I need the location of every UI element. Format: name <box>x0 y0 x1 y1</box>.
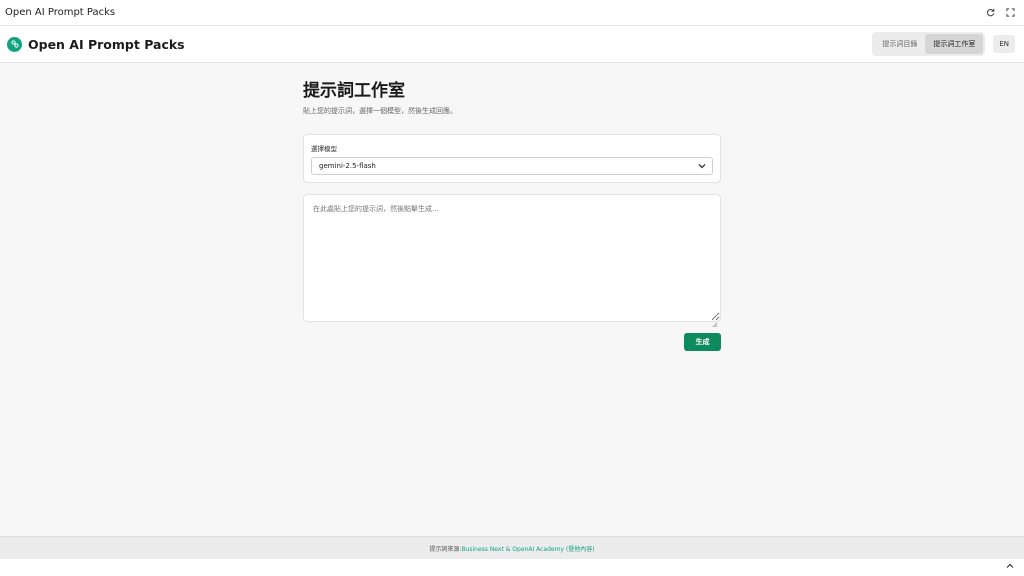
window-controls <box>984 7 1016 19</box>
tab-prompt-catalog[interactable]: 提示詞目錄 <box>874 34 925 54</box>
prompt-textarea[interactable] <box>304 195 720 321</box>
brand[interactable]: Open AI Prompt Packs <box>7 36 185 52</box>
resize-handle-icon[interactable] <box>712 313 718 328</box>
footer: 提示詞來源: Business Next & OpenAI Academy (暨… <box>0 536 1024 559</box>
window-titlebar: Open AI Prompt Packs <box>0 0 1024 26</box>
page-title: 提示詞工作室 <box>303 81 405 101</box>
language-toggle-button[interactable]: EN <box>993 35 1015 53</box>
logo-icon <box>7 36 22 52</box>
header-nav: 提示詞目錄 提示詞工作室 EN <box>872 32 1015 56</box>
actions: 生成 <box>303 333 721 351</box>
nav-tabs: 提示詞目錄 提示詞工作室 <box>872 32 986 56</box>
brand-name: Open AI Prompt Packs <box>28 36 185 52</box>
app-header: Open AI Prompt Packs 提示詞目錄 提示詞工作室 EN <box>0 26 1024 63</box>
chevron-up-icon[interactable] <box>1006 562 1014 571</box>
main-content: 提示詞工作室 貼上您的提示詞，選擇一個模型，然後生成回應。 選擇模型 gemin… <box>303 63 721 351</box>
window-title: Open AI Prompt Packs <box>5 7 116 18</box>
model-card: 選擇模型 gemini-2.5-flash <box>303 134 721 183</box>
model-select[interactable]: gemini-2.5-flash <box>311 157 713 175</box>
fullscreen-icon[interactable] <box>1004 7 1016 19</box>
model-select-value: gemini-2.5-flash <box>319 162 376 170</box>
page-subtitle: 貼上您的提示詞，選擇一個模型，然後生成回應。 <box>303 107 457 115</box>
chevron-down-icon <box>698 162 706 171</box>
generate-button[interactable]: 生成 <box>684 333 721 351</box>
prompt-card <box>303 194 721 328</box>
tab-prompt-studio[interactable]: 提示詞工作室 <box>925 34 984 54</box>
bottom-strip <box>0 559 1024 576</box>
refresh-icon[interactable] <box>984 7 996 19</box>
footer-prefix: 提示詞來源: <box>429 545 462 553</box>
model-label: 選擇模型 <box>311 145 337 153</box>
footer-source-link[interactable]: Business Next & OpenAI Academy (暨他內容) <box>461 544 594 553</box>
